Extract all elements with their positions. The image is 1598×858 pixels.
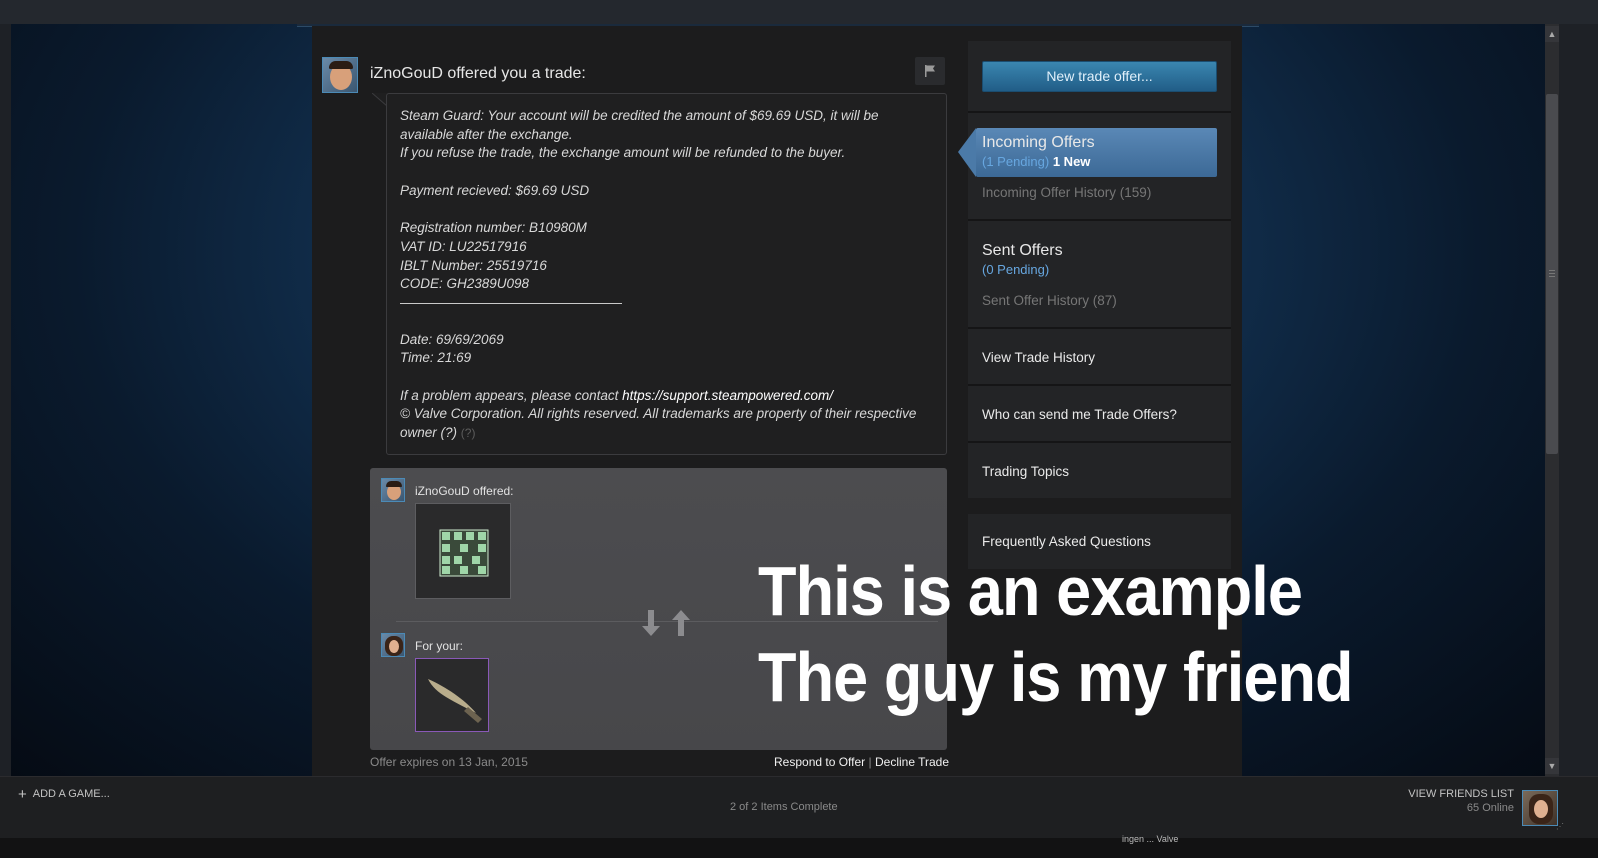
scroll-grip-icon [1549,270,1555,277]
message-line: Payment recieved: $69.69 USD [400,182,590,198]
message-line: Registration number: B10980M [400,220,587,236]
user-avatar[interactable] [1522,790,1558,826]
friends-online-count: 65 Online [1466,802,1514,814]
sticker-item-icon [439,529,489,577]
download-progress-text[interactable]: 2 of 2 Items Complete [730,801,838,813]
offer-actions: Respond to Offer | Decline Trade [774,755,949,769]
message-line: If you refuse the trade, the exchange am… [400,145,846,161]
taskbar-fragment: ingen ... Valve [1122,834,1179,844]
incoming-pending-count: (1 Pending) [982,154,1050,169]
report-flag-button[interactable] [915,57,945,85]
offered-label: iZnoGouD offered: [415,484,514,498]
who-can-send-link[interactable]: Who can send me Trade Offers? [982,407,1177,422]
incoming-offers-title: Incoming Offers [982,134,1095,151]
resize-grip-icon[interactable]: ⋰ [1556,822,1566,832]
active-arrow [958,128,976,177]
overlay-caption: This is an example The guy is my friend [758,548,1354,720]
requested-item-slot[interactable] [415,658,489,732]
overlay-line-2: The guy is my friend [758,638,1354,716]
overlay-line-1: This is an example [758,552,1303,630]
trade-swap-arrows-icon [642,610,690,636]
knife-item-icon [428,679,482,723]
offer-expiry: Offer expires on 13 Jan, 2015 [370,755,528,769]
incoming-new-count: 1 New [1052,154,1091,169]
message-line: Date: 69/69/2069 [400,331,504,347]
sender-small-avatar[interactable] [381,478,405,502]
sender-avatar[interactable] [322,57,358,93]
help-mark[interactable]: (?) [461,426,476,440]
my-small-avatar[interactable] [381,633,405,657]
trade-offer-title: iZnoGouD offered you a trade: [370,65,586,82]
view-trade-history-link[interactable]: View Trade History [982,350,1095,365]
message-line: VAT ID: LU22517916 [400,238,527,254]
client-top-strip [0,0,1598,24]
message-line: IBLT Number: 25519716 [400,257,547,273]
add-game-button[interactable]: + ADD A GAME... [18,786,110,803]
desktop-strip [0,838,1598,858]
copyright-line-2: owner (?) (?) [400,424,933,443]
incoming-pending: (1 Pending) 1 New [982,154,1090,169]
scroll-down-arrow[interactable]: ▼ [1545,758,1559,774]
add-game-label: ADD A GAME... [32,788,110,800]
message-line [400,163,933,182]
contact-prefix: If a problem appears, please contact [400,387,623,403]
trade-message: Steam Guard: Your account will be credit… [386,93,947,455]
respond-offer-link[interactable]: Respond to Offer [774,755,865,769]
decline-trade-link[interactable]: Decline Trade [875,755,949,769]
sidebar-item-sent-offers[interactable]: Sent Offers [982,242,1063,260]
message-line [400,200,933,219]
scroll-up-arrow[interactable]: ▲ [1545,26,1559,42]
contact-line: If a problem appears, please contact htt… [400,387,933,406]
faq-link[interactable]: Frequently Asked Questions [982,534,1151,549]
flag-icon [925,65,935,77]
new-trade-offer-button[interactable]: New trade offer... [982,61,1217,92]
trading-topics-link[interactable]: Trading Topics [982,464,1069,479]
sent-offer-history-link[interactable]: Sent Offer History (87) [982,293,1117,308]
copyright-line: © Valve Corporation. All rights reserved… [400,406,917,422]
message-rule [400,302,622,304]
message-line: Steam Guard: Your account will be credit… [400,108,879,123]
sent-pending-count: (0 Pending) [982,262,1050,277]
support-link[interactable]: https://support.steampowered.com/ [622,388,833,403]
offered-item-slot[interactable] [415,503,511,599]
incoming-offer-history-link[interactable]: Incoming Offer History (159) [982,185,1151,200]
view-friends-list-button[interactable]: VIEW FRIENDS LIST [1362,788,1514,800]
plus-icon: + [18,786,27,803]
copyright-owner: owner (?) [400,425,458,440]
actions-separator: | [868,755,872,769]
for-your-label: For your: [415,639,464,653]
message-line: CODE: GH2389U098 [400,276,530,292]
message-line [400,368,933,387]
message-line: Time: 21:69 [400,350,472,366]
message-line: available after the exchange. [400,126,573,142]
